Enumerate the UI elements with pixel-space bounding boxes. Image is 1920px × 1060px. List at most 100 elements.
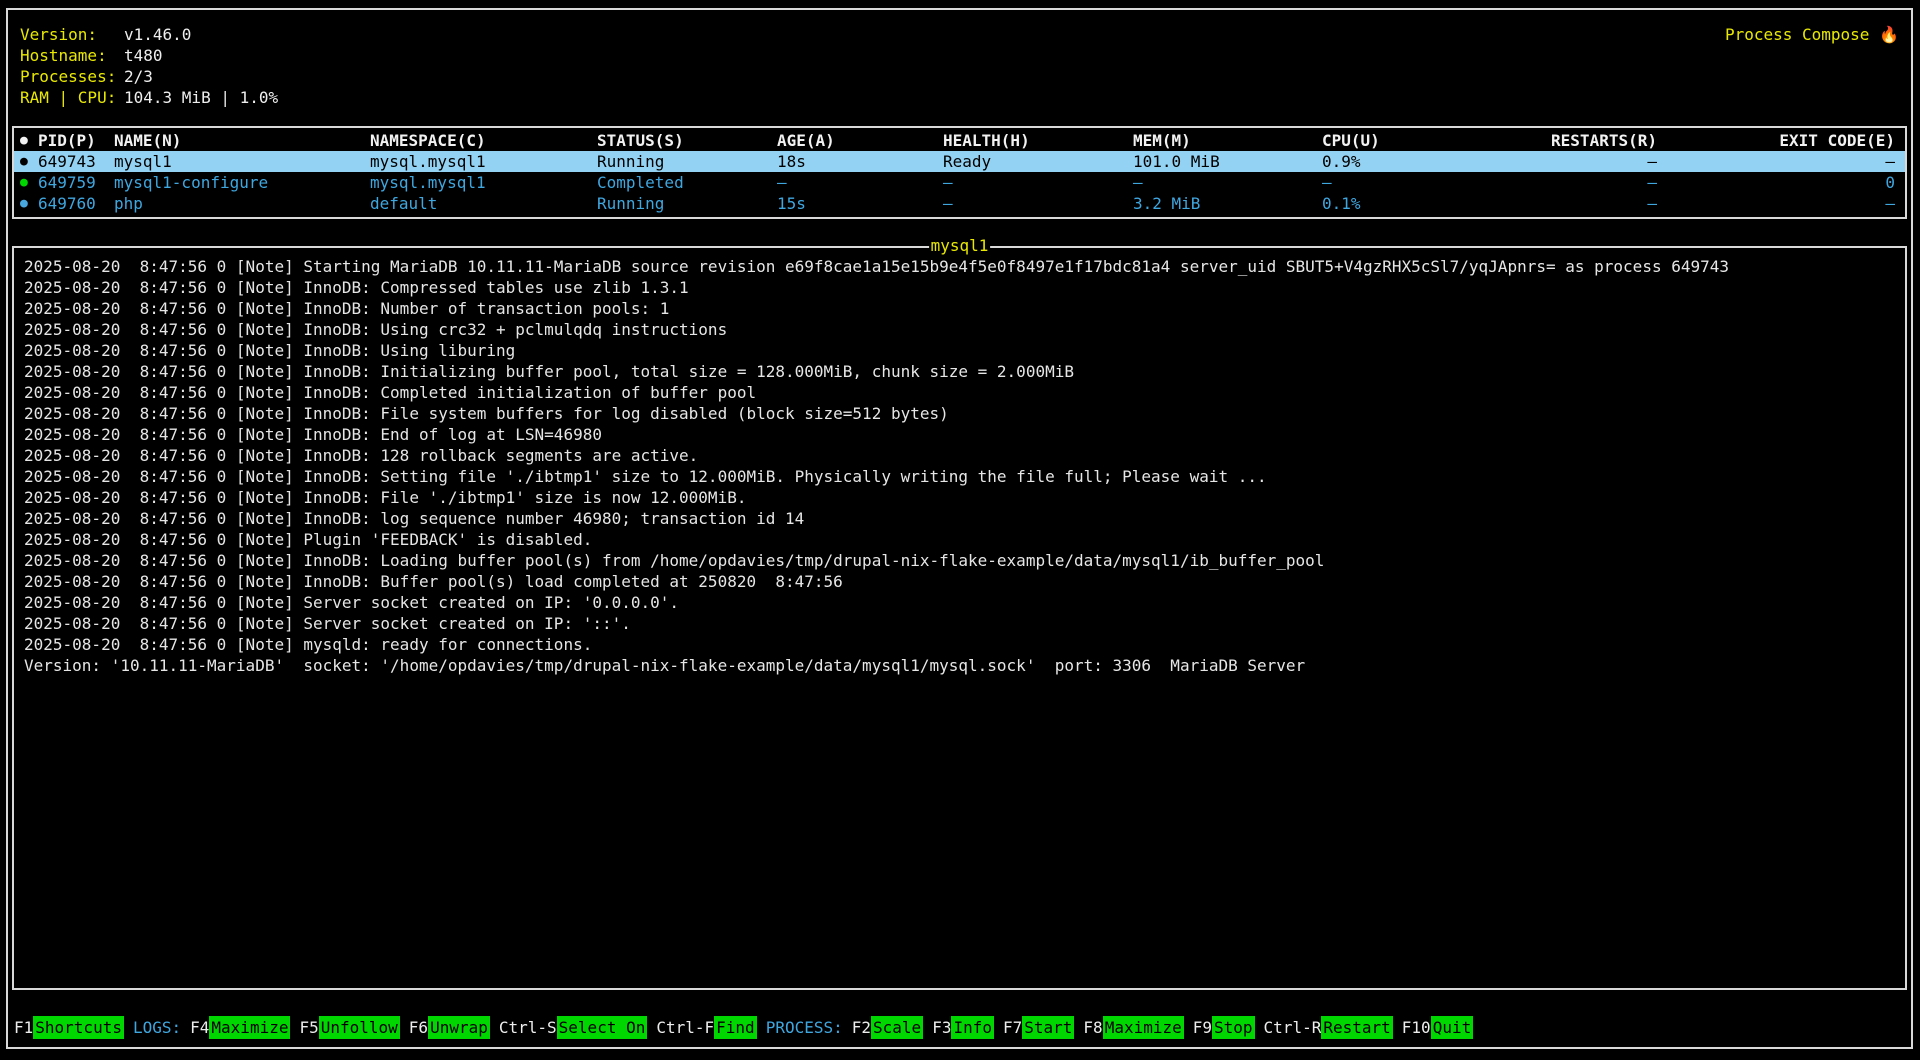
process-cell-name: mysql1 (114, 151, 370, 172)
shortcut-key: F7 (1003, 1017, 1022, 1038)
log-line: 2025-08-20 8:47:56 0 [Note] InnoDB: Buff… (24, 571, 1895, 592)
header-field-value: v1.46.0 (124, 25, 191, 44)
shortcut-maximize[interactable]: F4Maximize (190, 1016, 290, 1039)
shortcut-label: Maximize (1103, 1016, 1184, 1039)
shortcut-restart[interactable]: Ctrl-RRestart (1264, 1016, 1393, 1039)
log-pane-title: mysql1 (929, 235, 991, 256)
process-cell-restarts: – (1462, 172, 1657, 193)
fire-icon: 🔥 (1879, 25, 1899, 44)
column-header: PID(P) (38, 130, 114, 151)
header-field-label: Processes: (20, 66, 124, 87)
column-header: AGE(A) (777, 130, 943, 151)
column-header: HEALTH(H) (943, 130, 1133, 151)
process-cell-mem: 101.0 MiB (1133, 151, 1322, 172)
shortcut-unfollow[interactable]: F5Unfollow (299, 1016, 399, 1039)
shortcut-key: Ctrl-F (656, 1017, 714, 1038)
shortcut-label: Unfollow (319, 1016, 400, 1039)
shortcut-key: F9 (1193, 1017, 1212, 1038)
process-row[interactable]: ●649743mysql1mysql.mysql1Running18sReady… (14, 151, 1905, 172)
process-cell-name: mysql1-configure (114, 172, 370, 193)
shortcut-key: F10 (1402, 1017, 1431, 1038)
process-cell-status: Completed (597, 172, 777, 193)
shortcut-find[interactable]: Ctrl-FFind (656, 1016, 756, 1039)
shortcut-key: F6 (409, 1017, 428, 1038)
column-header: EXIT CODE(E) (1657, 130, 1895, 151)
column-header: CPU(U) (1322, 130, 1462, 151)
column-header: STATUS(S) (597, 130, 777, 151)
log-line: Version: '10.11.11-MariaDB' socket: '/ho… (24, 655, 1895, 676)
app-title: Process Compose 🔥 (1725, 24, 1899, 45)
log-line: 2025-08-20 8:47:56 0 [Note] InnoDB: 128 … (24, 445, 1895, 466)
log-line: 2025-08-20 8:47:56 0 [Note] InnoDB: log … (24, 508, 1895, 529)
shortcut-key: F1 (14, 1017, 33, 1038)
process-table: ●PID(P)NAME(N)NAMESPACE(C)STATUS(S)AGE(A… (12, 126, 1907, 219)
log-line: 2025-08-20 8:47:56 0 [Note] Server socke… (24, 613, 1895, 634)
shortcut-key: F8 (1083, 1017, 1102, 1038)
process-cell-health: Ready (943, 151, 1133, 172)
shortcut-label: Maximize (209, 1016, 290, 1039)
process-row[interactable]: ●649759mysql1-configuremysql.mysql1Compl… (14, 172, 1905, 193)
process-cell-cpu: 0.1% (1322, 193, 1462, 214)
process-cell-namespace: default (370, 193, 597, 214)
footer-section-label: LOGS: (133, 1017, 181, 1038)
shortcut-quit[interactable]: F10Quit (1402, 1016, 1473, 1039)
process-cell-restarts: – (1462, 151, 1657, 172)
status-dot-icon: ● (20, 151, 38, 172)
shortcut-label: Select On (557, 1016, 648, 1039)
process-cell-mem: – (1133, 172, 1322, 193)
process-cell-pid: 649743 (38, 151, 114, 172)
shortcut-label: Shortcuts (33, 1016, 124, 1039)
process-cell-age: 15s (777, 193, 943, 214)
shortcut-bar: F1ShortcutsLOGS:F4MaximizeF5UnfollowF6Un… (14, 1016, 1905, 1039)
shortcut-shortcuts[interactable]: F1Shortcuts (14, 1016, 124, 1039)
status-dot-icon: ● (20, 193, 38, 214)
shortcut-key: F4 (190, 1017, 209, 1038)
log-line: 2025-08-20 8:47:56 0 [Note] Server socke… (24, 592, 1895, 613)
log-line: 2025-08-20 8:47:56 0 [Note] InnoDB: Init… (24, 361, 1895, 382)
header-field: Version:v1.46.0 (20, 24, 278, 45)
shortcut-scale[interactable]: F2Scale (852, 1016, 923, 1039)
shortcut-label: Start (1022, 1016, 1074, 1039)
process-cell-status: Running (597, 151, 777, 172)
header-field-label: Version: (20, 24, 124, 45)
log-line: 2025-08-20 8:47:56 0 [Note] InnoDB: File… (24, 403, 1895, 424)
process-cell-health: – (943, 172, 1133, 193)
shortcut-maximize[interactable]: F8Maximize (1083, 1016, 1183, 1039)
process-cell-pid: 649760 (38, 193, 114, 214)
header-field-value: 104.3 MiB | 1.0% (124, 88, 278, 107)
shortcut-key: F2 (852, 1017, 871, 1038)
header: Version:v1.46.0Hostname:t480Processes:2/… (20, 24, 1899, 108)
process-cell-age: – (777, 172, 943, 193)
process-cell-health: – (943, 193, 1133, 214)
log-line: 2025-08-20 8:47:56 0 [Note] InnoDB: Comp… (24, 277, 1895, 298)
shortcut-unwrap[interactable]: F6Unwrap (409, 1016, 490, 1039)
log-line: 2025-08-20 8:47:56 0 [Note] InnoDB: File… (24, 487, 1895, 508)
header-field-label: RAM | CPU: (20, 87, 124, 108)
shortcut-start[interactable]: F7Start (1003, 1016, 1074, 1039)
header-field: RAM | CPU:104.3 MiB | 1.0% (20, 87, 278, 108)
shortcut-select-on[interactable]: Ctrl-SSelect On (499, 1016, 648, 1039)
log-line: 2025-08-20 8:47:56 0 [Note] InnoDB: Comp… (24, 382, 1895, 403)
shortcut-info[interactable]: F3Info (932, 1016, 994, 1039)
log-line: 2025-08-20 8:47:56 0 [Note] InnoDB: Usin… (24, 319, 1895, 340)
shortcut-label: Quit (1431, 1016, 1474, 1039)
header-field: Processes:2/3 (20, 66, 278, 87)
process-cell-cpu: 0.9% (1322, 151, 1462, 172)
log-line: 2025-08-20 8:47:56 0 [Note] Starting Mar… (24, 256, 1895, 277)
process-row[interactable]: ●649760phpdefaultRunning15s–3.2 MiB0.1%–… (14, 193, 1905, 214)
column-header: NAME(N) (114, 130, 370, 151)
app-title-text: Process Compose (1725, 25, 1870, 44)
footer-section-label: PROCESS: (766, 1017, 843, 1038)
status-dot-icon: ● (20, 130, 38, 151)
process-cell-pid: 649759 (38, 172, 114, 193)
log-pane[interactable]: mysql1 2025-08-20 8:47:56 0 [Note] Start… (12, 246, 1907, 990)
header-field-value: 2/3 (124, 67, 153, 86)
log-line: 2025-08-20 8:47:56 0 [Note] Plugin 'FEED… (24, 529, 1895, 550)
shortcut-key: F3 (932, 1017, 951, 1038)
process-cell-restarts: – (1462, 193, 1657, 214)
log-lines: 2025-08-20 8:47:56 0 [Note] Starting Mar… (24, 256, 1895, 676)
shortcut-label: Restart (1321, 1016, 1392, 1039)
process-cell-age: 18s (777, 151, 943, 172)
process-table-header: ●PID(P)NAME(N)NAMESPACE(C)STATUS(S)AGE(A… (14, 130, 1905, 151)
shortcut-stop[interactable]: F9Stop (1193, 1016, 1255, 1039)
